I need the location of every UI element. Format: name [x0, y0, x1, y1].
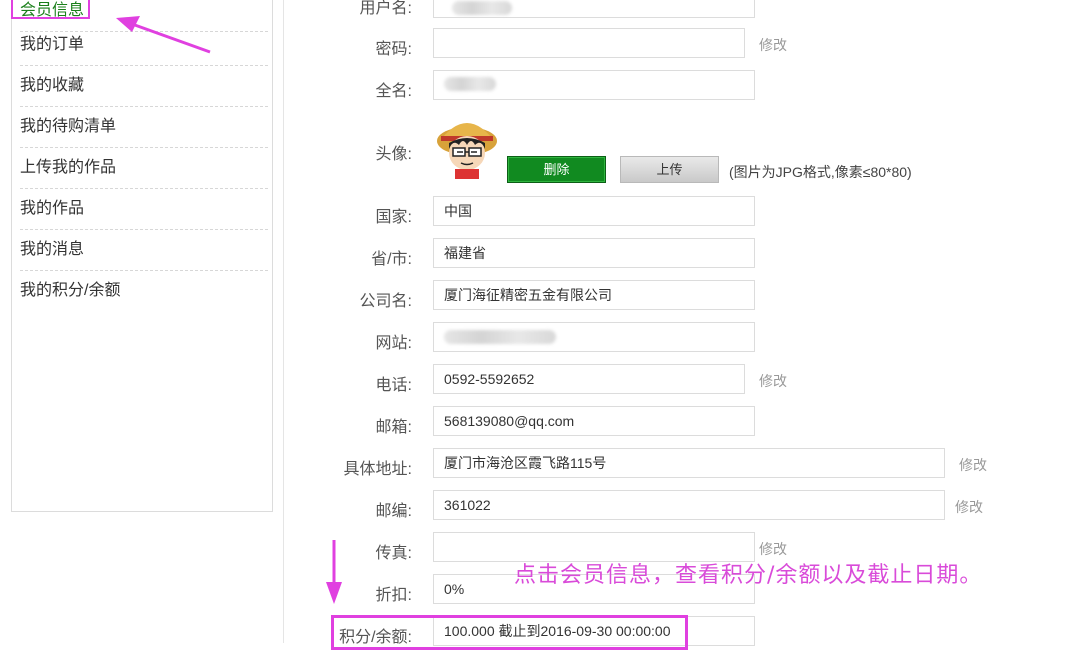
username-field[interactable]	[433, 0, 755, 18]
fax-label: 传真:	[375, 545, 412, 562]
avatar-label: 头像:	[375, 146, 412, 163]
company-field[interactable]: 厦门海征精密五金有限公司	[433, 280, 755, 310]
phone-field[interactable]: 0592-5592652	[433, 364, 745, 394]
province-label: 省/市:	[371, 251, 412, 268]
delete-avatar-button[interactable]: 删除	[507, 156, 606, 183]
zip-label: 邮编:	[375, 503, 412, 520]
sidebar-item-label: 我的待购清单	[20, 118, 117, 135]
sidebar-item-label: 我的积分/余额	[20, 282, 121, 299]
sidebar-item-messages[interactable]: 我的消息	[20, 230, 268, 271]
modify-zip-link[interactable]: 修改	[955, 497, 983, 517]
sidebar: 会员信息 我的订单 我的收藏 我的待购清单 上传我的作品 我的作品 我的消息 我…	[11, 0, 273, 512]
sidebar-item-upload-works[interactable]: 上传我的作品	[20, 148, 268, 189]
annotation-arrow-down-icon	[326, 540, 342, 604]
blurred-value	[444, 77, 496, 91]
points-label: 积分/余额:	[339, 629, 412, 646]
zip-field[interactable]: 361022	[433, 490, 945, 520]
modify-fax-link[interactable]: 修改	[759, 539, 787, 559]
sidebar-item-wishlist[interactable]: 我的待购清单	[20, 107, 268, 148]
sidebar-item-label: 我的收藏	[20, 77, 85, 94]
fullname-field[interactable]	[433, 70, 755, 100]
address-field[interactable]: 厦门市海沧区霞飞路115号	[433, 448, 945, 478]
sidebar-item-label: 我的订单	[20, 36, 85, 53]
modify-phone-link[interactable]: 修改	[759, 371, 787, 391]
sidebar-item-label: 会员信息	[20, 2, 85, 19]
username-label: 用户名:	[359, 0, 412, 17]
company-label: 公司名:	[359, 293, 412, 310]
sidebar-item-label: 我的作品	[20, 200, 85, 217]
phone-label: 电话:	[375, 377, 412, 394]
avatar-hint: (图片为JPG格式,像素≤80*80)	[729, 164, 912, 180]
sidebar-item-label: 上传我的作品	[20, 159, 117, 176]
annotation-text: 点击会员信息，查看积分/余额以及截止日期。	[514, 563, 983, 588]
email-field[interactable]: 568139080@qq.com	[433, 406, 755, 436]
sidebar-item-favorites[interactable]: 我的收藏	[20, 66, 268, 107]
sidebar-item-label: 我的消息	[20, 241, 85, 258]
modify-password-link[interactable]: 修改	[759, 35, 787, 55]
country-label: 国家:	[375, 209, 412, 226]
discount-label: 折扣:	[375, 587, 412, 604]
blurred-value	[444, 330, 556, 344]
points-field[interactable]: 100.000 截止到2016-09-30 00:00:00	[433, 616, 755, 646]
annotation-arrow-left-icon	[116, 16, 211, 54]
sidebar-item-my-works[interactable]: 我的作品	[20, 189, 268, 230]
website-label: 网站:	[375, 335, 412, 352]
password-field[interactable]	[433, 28, 745, 58]
upload-avatar-button[interactable]: 上传	[620, 156, 719, 183]
sidebar-item-points[interactable]: 我的积分/余额	[20, 271, 268, 311]
blurred-value	[452, 1, 512, 15]
website-field[interactable]	[433, 322, 755, 352]
modify-address-link[interactable]: 修改	[959, 455, 987, 475]
email-label: 邮箱:	[375, 419, 412, 436]
fullname-label: 全名:	[375, 83, 412, 100]
address-label: 具体地址:	[343, 461, 412, 478]
avatar	[437, 123, 497, 179]
password-label: 密码:	[375, 41, 412, 58]
country-field[interactable]: 中国	[433, 196, 755, 226]
province-field[interactable]: 福建省	[433, 238, 755, 268]
